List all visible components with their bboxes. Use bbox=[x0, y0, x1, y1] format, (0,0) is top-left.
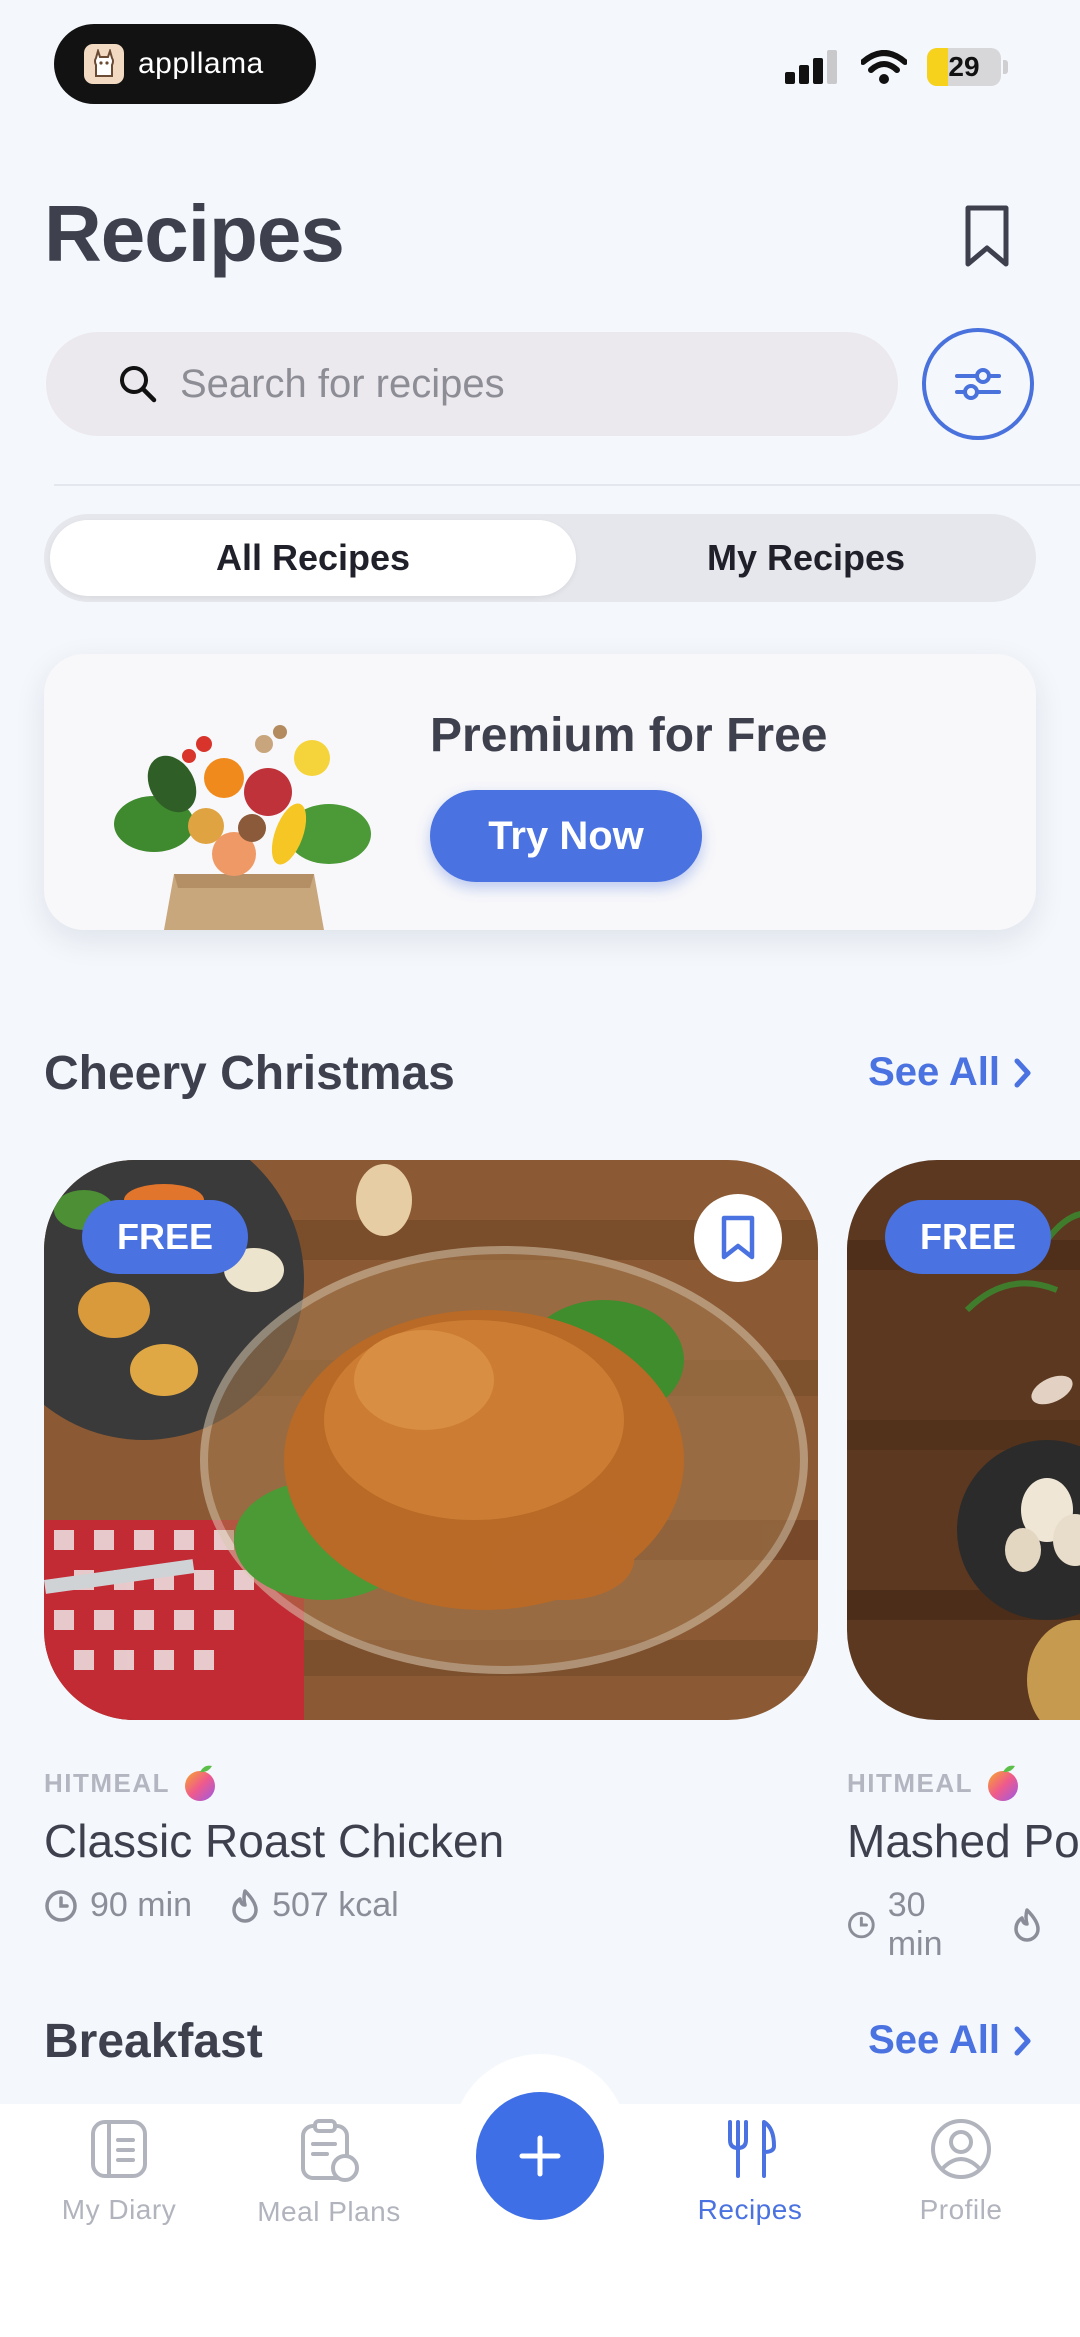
search-bar[interactable] bbox=[46, 332, 898, 436]
divider bbox=[54, 484, 1080, 486]
recipe-time: 30 min bbox=[887, 1886, 943, 1963]
flame-icon bbox=[1014, 1908, 1040, 1942]
see-all-label: See All bbox=[868, 2018, 1000, 2062]
nav-label: Meal Plans bbox=[257, 2196, 401, 2227]
recipe-card[interactable]: FREE HITMEAL Classic Roast Chicken 90 mi… bbox=[44, 1160, 818, 1925]
recipe-image-mashed-potatoes[interactable]: FREE bbox=[847, 1160, 1080, 1720]
recipe-image-roast-chicken[interactable]: FREE bbox=[44, 1160, 818, 1720]
llama-logo-icon bbox=[84, 44, 124, 84]
chevron-right-icon bbox=[1014, 2026, 1031, 2055]
nav-label: Profile bbox=[919, 2194, 1003, 2225]
see-all-label: See All bbox=[868, 1050, 1000, 1094]
app-name: appllama bbox=[138, 47, 264, 80]
filter-button[interactable] bbox=[922, 328, 1034, 440]
hitmeal-logo-icon bbox=[988, 1765, 1019, 1801]
battery-icon: 29 bbox=[927, 48, 1001, 86]
section-header-cheery-christmas: Cheery Christmas See All bbox=[44, 1046, 1036, 1106]
nav-label: My Diary bbox=[61, 2194, 177, 2225]
free-badge: FREE bbox=[82, 1200, 248, 1274]
recipe-title[interactable]: Mashed Po bbox=[847, 1814, 1080, 1868]
tab-all-recipes[interactable]: All Recipes bbox=[50, 520, 576, 596]
signal-icon bbox=[785, 50, 837, 84]
recipe-title[interactable]: Classic Roast Chicken bbox=[44, 1814, 818, 1868]
recipe-card[interactable]: FREE HITMEAL Mashed Po 30 min bbox=[847, 1160, 1080, 1964]
nav-item-meal-plans[interactable]: Meal Plans bbox=[239, 2118, 419, 2228]
flame-icon bbox=[232, 1888, 258, 1923]
fork-knife-icon bbox=[728, 2120, 776, 2178]
search-icon bbox=[120, 366, 157, 403]
battery-nub bbox=[1003, 60, 1008, 74]
chevron-right-icon bbox=[1014, 1058, 1031, 1087]
recipe-bookmark-button[interactable] bbox=[694, 1194, 782, 1282]
recipe-source: HITMEAL bbox=[44, 1767, 171, 1798]
search-input[interactable] bbox=[180, 361, 860, 407]
see-all-link[interactable]: See All bbox=[868, 1050, 1032, 1095]
plus-icon bbox=[519, 2135, 561, 2177]
bookmark-icon[interactable] bbox=[962, 204, 1012, 270]
section-title: Breakfast bbox=[44, 2015, 263, 2068]
app-badge[interactable]: appllama bbox=[54, 24, 316, 104]
recipe-calories: 507 kcal bbox=[272, 1886, 399, 1924]
bookmark-icon bbox=[721, 1215, 755, 1260]
clock-icon bbox=[45, 1889, 77, 1922]
meal-plans-icon bbox=[301, 2119, 359, 2182]
nav-item-recipes[interactable]: Recipes bbox=[660, 2118, 840, 2226]
hitmeal-logo-icon bbox=[185, 1765, 216, 1801]
tab-my-recipes[interactable]: My Recipes bbox=[582, 520, 1030, 596]
section-title: Cheery Christmas bbox=[44, 1047, 455, 1100]
nav-label: Recipes bbox=[697, 2194, 803, 2225]
free-badge: FREE bbox=[885, 1200, 1051, 1274]
recipe-source: HITMEAL bbox=[847, 1767, 974, 1798]
clock-icon bbox=[848, 1911, 875, 1939]
nav-item-my-diary[interactable]: My Diary bbox=[29, 2118, 209, 2226]
battery-level: 29 bbox=[948, 51, 980, 82]
filter-sliders-icon bbox=[955, 368, 1001, 400]
try-now-button[interactable]: Try Now bbox=[430, 790, 702, 882]
wifi-icon bbox=[861, 50, 907, 84]
grocery-bag-image bbox=[114, 725, 371, 930]
status-bar: appllama 29 bbox=[0, 0, 1080, 130]
see-all-link[interactable]: See All bbox=[868, 2018, 1032, 2063]
add-button[interactable] bbox=[476, 2092, 604, 2220]
recipe-time: 90 min bbox=[90, 1886, 193, 1924]
diary-icon bbox=[91, 2120, 147, 2178]
promo-title: Premium for Free bbox=[430, 709, 828, 762]
recipe-tabs: All Recipes My Recipes bbox=[44, 514, 1036, 602]
premium-promo-card[interactable]: Premium for Free Try Now bbox=[44, 654, 1036, 930]
profile-icon bbox=[931, 2119, 991, 2179]
page-title: Recipes bbox=[44, 189, 345, 278]
nav-item-profile[interactable]: Profile bbox=[871, 2118, 1051, 2226]
